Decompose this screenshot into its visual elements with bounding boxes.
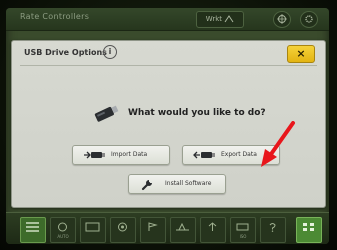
- signal-status-button[interactable]: Wrkt: [196, 11, 244, 28]
- toolbar-auto-label: AUTO: [57, 234, 69, 239]
- flag-icon: [148, 222, 158, 231]
- gear-icon: [305, 15, 313, 23]
- toolbar-iso-label: ISO: [239, 234, 247, 239]
- toolbar-help-button[interactable]: [260, 217, 286, 243]
- page-title: Rate Controllers: [20, 12, 90, 21]
- info-icon[interactable]: i: [103, 45, 117, 59]
- settings-button[interactable]: [300, 11, 318, 28]
- import-data-label: Import Data: [111, 151, 148, 158]
- usb-import-icon: [84, 151, 105, 159]
- auto-icon: [58, 222, 67, 232]
- bottom-toolbar: AUTO ISO: [6, 212, 329, 244]
- export-data-label: Export Data: [221, 151, 257, 158]
- toolbar-layout-button[interactable]: [80, 217, 106, 243]
- toolbar-target-button[interactable]: [110, 217, 136, 243]
- wrench-icon: [141, 180, 152, 191]
- menu-icon: [26, 222, 39, 232]
- guidance-icon: [176, 222, 189, 231]
- antenna-icon: [224, 15, 234, 23]
- target-icon: [118, 222, 127, 232]
- import-data-button[interactable]: Import Data: [72, 145, 170, 165]
- red-arrow-annotation: [261, 121, 295, 167]
- header-divider: [20, 65, 317, 66]
- usb-options-dialog: USB Drive Options i × What would you lik…: [11, 40, 326, 208]
- dialog-title: USB Drive Options: [24, 48, 107, 57]
- install-software-button[interactable]: Install Software: [128, 174, 226, 194]
- toolbar-guidance-button[interactable]: [170, 217, 196, 243]
- grid-icon: [303, 223, 314, 231]
- layout-icon: [85, 222, 100, 232]
- dialog-question: What would you like to do?: [128, 108, 266, 118]
- toolbar-iso-button[interactable]: ISO: [230, 217, 256, 243]
- install-software-label: Install Software: [165, 180, 212, 187]
- toolbar-menu-button[interactable]: [20, 217, 46, 243]
- display-screen: Rate Controllers Wrkt USB Drive Options …: [6, 8, 329, 244]
- steer-icon: [208, 222, 217, 231]
- help-icon: [269, 223, 276, 232]
- dialog-header: USB Drive Options i ×: [12, 41, 325, 63]
- top-status-bar: Rate Controllers Wrkt: [6, 8, 329, 31]
- signal-label: Wrkt: [205, 15, 223, 23]
- iso-icon: [236, 223, 249, 231]
- toolbar-grid-button[interactable]: [296, 217, 322, 243]
- usb-drive-icon: [94, 105, 119, 122]
- gps-icon: [277, 14, 287, 24]
- usb-export-icon: [193, 151, 215, 159]
- toolbar-auto-button[interactable]: AUTO: [50, 217, 76, 243]
- toolbar-steer-button[interactable]: [200, 217, 226, 243]
- gps-button[interactable]: [273, 11, 291, 28]
- close-button[interactable]: ×: [287, 45, 315, 63]
- toolbar-flag-button[interactable]: [140, 217, 166, 243]
